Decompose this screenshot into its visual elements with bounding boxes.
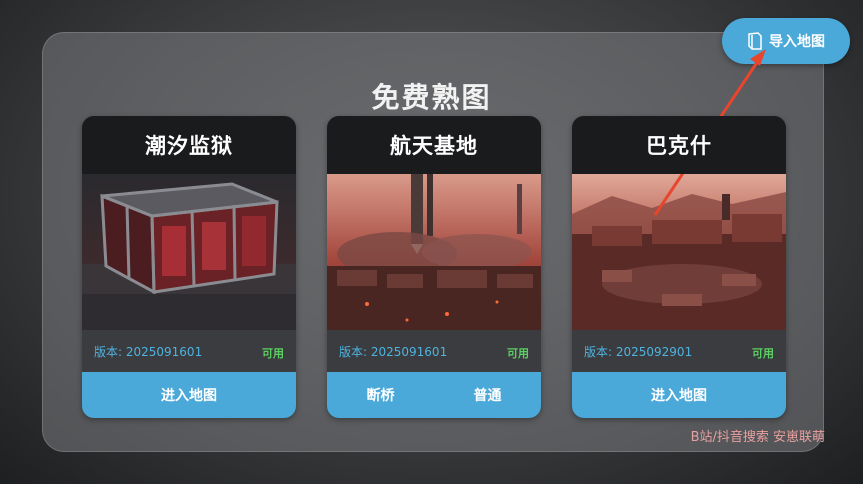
map-thumbnail [82,174,296,330]
map-card-title: 巴克什 [572,116,786,174]
footer-note: B站/抖音搜索 安崽联萌 [690,430,825,445]
enter-map-button[interactable]: 进入地图 [147,379,231,411]
status-badge: 可用 [507,347,529,360]
broken-bridge-button[interactable]: 断桥 [353,379,409,411]
enter-map-button[interactable]: 进入地图 [637,379,721,411]
status-badge: 可用 [262,347,284,360]
map-card-space-base[interactable]: 航天基地 版本: 2025091601 可用 断桥 普通 [327,116,541,418]
map-card-info: 版本: 2025091601 可用 [82,330,296,372]
import-map-button[interactable]: 导入地图 [722,18,850,64]
map-card-actions: 进入地图 [82,372,296,418]
map-card-tidal-prison[interactable]: 潮汐监狱 版本: 2025091601 可用 进入地图 [82,116,296,418]
map-card-actions: 进入地图 [572,372,786,418]
import-map-label: 导入地图 [769,34,825,50]
map-card-info: 版本: 2025091601 可用 [327,330,541,372]
map-card-info: 版本: 2025092901 可用 [572,330,786,372]
map-card-bakhsh[interactable]: 巴克什 版本: 2025092901 可用 进入地图 [572,116,786,418]
version-label: 版本: 2025091601 [94,345,203,359]
map-card-title: 潮汐监狱 [82,116,296,174]
normal-button[interactable]: 普通 [460,379,516,411]
map-thumbnail [327,174,541,330]
version-label: 版本: 2025092901 [584,345,693,359]
page-title: 免费熟图 [371,81,492,114]
map-thumbnail [572,174,786,330]
map-card-title: 航天基地 [327,116,541,174]
version-label: 版本: 2025091601 [339,345,448,359]
status-badge: 可用 [752,347,774,360]
map-card-actions: 断桥 普通 [327,372,541,418]
map-book-icon [747,32,763,50]
